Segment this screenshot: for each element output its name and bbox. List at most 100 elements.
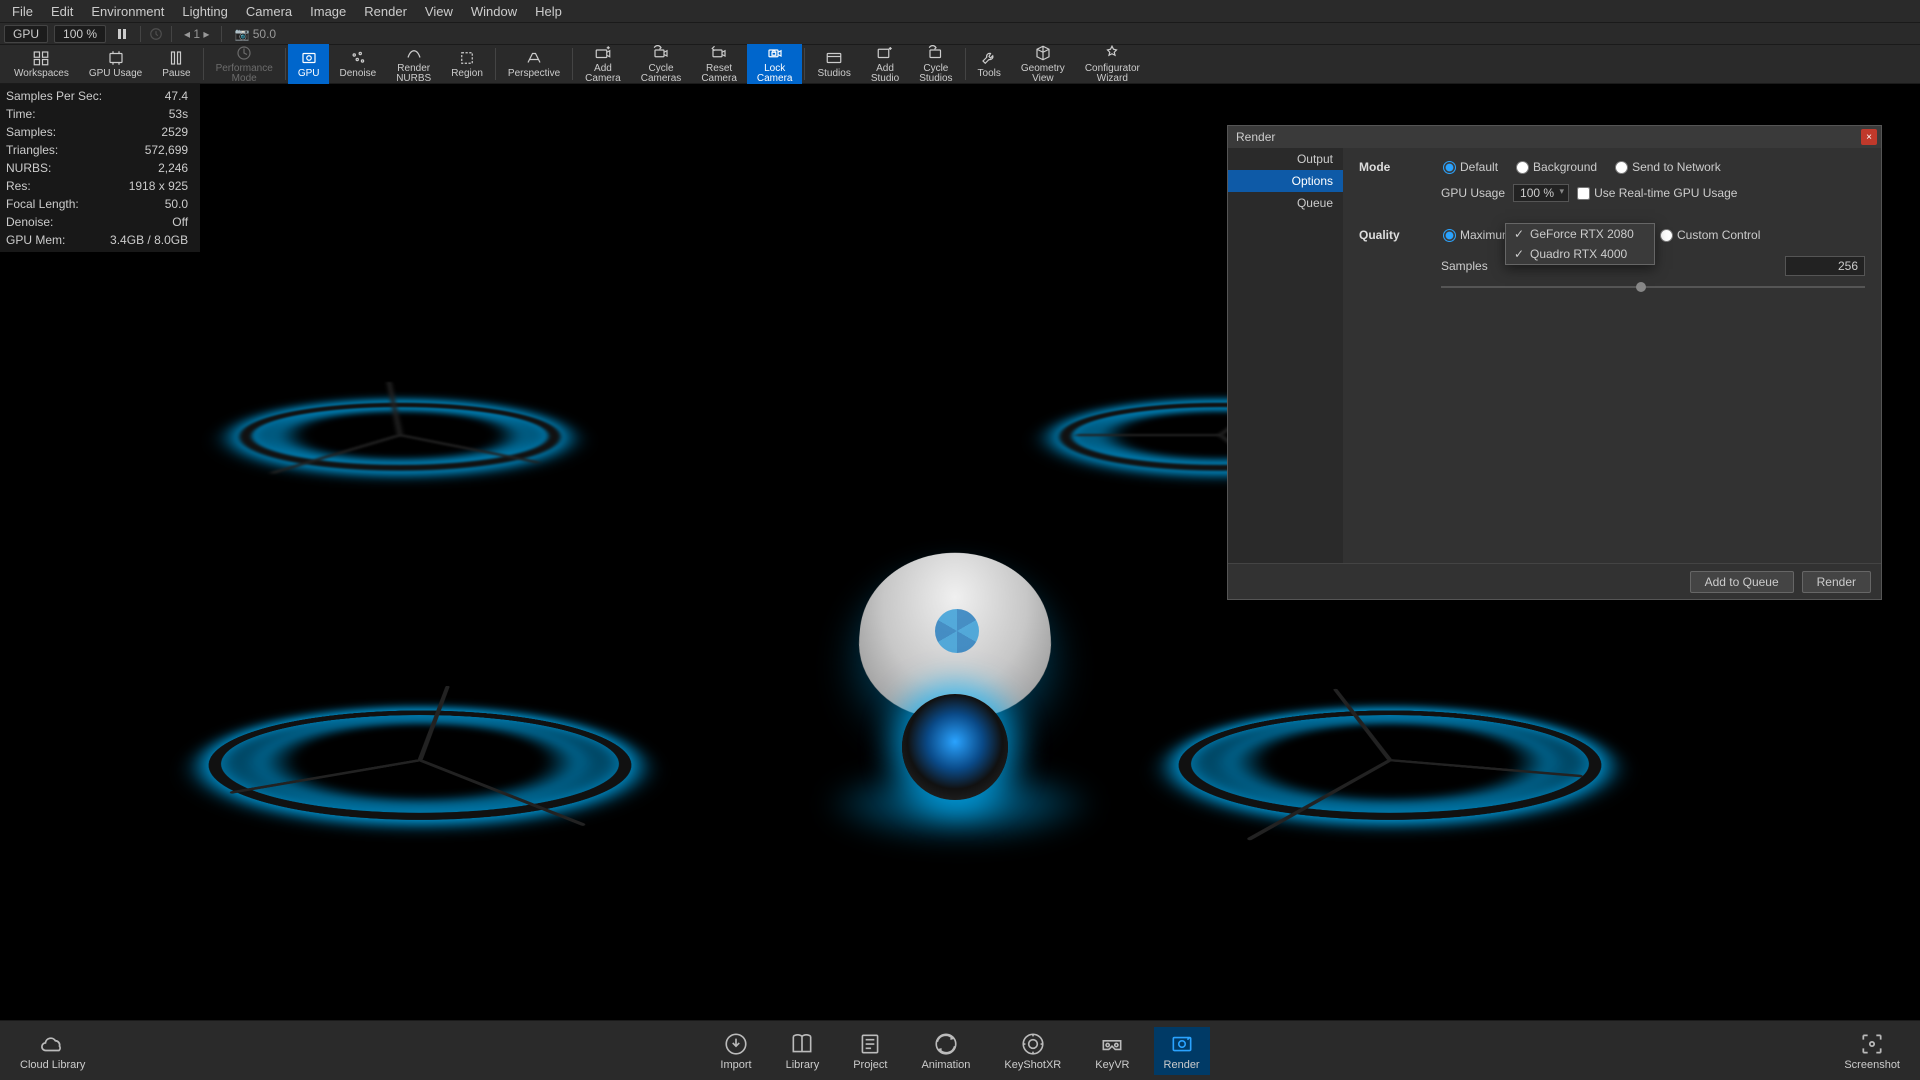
separator <box>203 48 204 80</box>
number-field-1[interactable]: ◂ 1 ▸ <box>180 27 213 41</box>
bottom-library-button[interactable]: Library <box>776 1027 830 1075</box>
tool-icon <box>1034 44 1052 62</box>
menu-environment[interactable]: Environment <box>83 2 172 21</box>
tool-add-studio[interactable]: Add Studio <box>861 44 909 84</box>
menu-lighting[interactable]: Lighting <box>174 2 236 21</box>
realtime-gpu-checkbox[interactable]: Use Real-time GPU Usage <box>1577 186 1737 200</box>
import-icon <box>723 1031 749 1057</box>
mode-network-radio[interactable]: Send to Network <box>1615 160 1721 174</box>
tool-icon <box>405 44 423 62</box>
project-icon <box>857 1031 883 1057</box>
separator <box>495 48 496 80</box>
menu-render[interactable]: Render <box>356 2 415 21</box>
menu-file[interactable]: File <box>4 2 41 21</box>
tool-icon <box>32 49 50 67</box>
performance-mini <box>149 27 163 41</box>
dialog-tabs: OutputOptionsQueue <box>1228 148 1343 563</box>
quality-maximum-radio[interactable]: Maximum <box>1443 228 1512 242</box>
menu-help[interactable]: Help <box>527 2 570 21</box>
tool-workspaces[interactable]: Workspaces <box>4 44 79 84</box>
render-tab-options[interactable]: Options <box>1228 170 1343 192</box>
render-tab-queue[interactable]: Queue <box>1228 192 1343 214</box>
tool-geometry-view[interactable]: Geometry View <box>1011 44 1075 84</box>
tool-configurator-wizard[interactable]: Configurator Wizard <box>1075 44 1150 84</box>
tool-icon <box>710 44 728 62</box>
menu-edit[interactable]: Edit <box>43 2 81 21</box>
tool-tools[interactable]: Tools <box>968 44 1011 84</box>
separator <box>965 48 966 80</box>
gpu-usage-label: GPU Usage <box>1441 186 1505 200</box>
menu-window[interactable]: Window <box>463 2 525 21</box>
keyvr-icon <box>1099 1031 1125 1057</box>
tool-icon <box>235 44 253 62</box>
separator <box>221 26 222 42</box>
tool-performance-mode: Performance Mode <box>206 44 283 84</box>
tool-icon <box>825 49 843 67</box>
gpu-usage-dropdown[interactable]: 100 % <box>1513 184 1569 202</box>
pause-icon[interactable] <box>112 26 132 42</box>
bottom-import-button[interactable]: Import <box>710 1027 761 1075</box>
tool-perspective[interactable]: Perspective <box>498 44 570 84</box>
separator <box>804 48 805 80</box>
gpu-device-item[interactable]: ✓GeForce RTX 2080 <box>1506 224 1654 244</box>
close-icon[interactable]: × <box>1861 129 1877 145</box>
add-to-queue-button[interactable]: Add to Queue <box>1690 571 1794 593</box>
number-field-2[interactable]: 📷 50.0 <box>230 27 280 41</box>
tool-pause[interactable]: Pause <box>152 44 200 84</box>
mode-section-label: Mode <box>1359 160 1425 174</box>
mode-background-radio[interactable]: Background <box>1516 160 1597 174</box>
gpu-mode-button[interactable]: GPU <box>4 25 48 43</box>
tool-add-camera[interactable]: Add Camera <box>575 44 631 84</box>
bottom-keyvr-button[interactable]: KeyVR <box>1085 1027 1139 1075</box>
render-tab-output[interactable]: Output <box>1228 148 1343 170</box>
tool-icon <box>927 44 945 62</box>
screenshot-button[interactable]: Screenshot <box>1834 1027 1910 1075</box>
tool-icon <box>107 49 125 67</box>
gpu-device-popup: ✓GeForce RTX 2080✓Quadro RTX 4000 <box>1505 223 1655 265</box>
mode-default-radio[interactable]: Default <box>1443 160 1498 174</box>
tool-lock-camera[interactable]: Lock Camera <box>747 44 803 84</box>
menu-view[interactable]: View <box>417 2 461 21</box>
tool-icon <box>349 49 367 67</box>
tool-icon <box>594 44 612 62</box>
quality-section-label: Quality <box>1359 228 1425 242</box>
tool-render-nurbs[interactable]: Render NURBS <box>386 44 441 84</box>
tool-icon <box>167 49 185 67</box>
render-button[interactable]: Render <box>1802 571 1871 593</box>
cloud-icon <box>40 1031 66 1057</box>
tool-icon <box>300 49 318 67</box>
samples-slider[interactable] <box>1441 282 1865 292</box>
tool-icon <box>876 44 894 62</box>
tool-cycle-cameras[interactable]: Cycle Cameras <box>631 44 692 84</box>
tool-reset-camera[interactable]: Reset Camera <box>691 44 747 84</box>
separator <box>171 26 172 42</box>
menu-camera[interactable]: Camera <box>238 2 300 21</box>
menu-image[interactable]: Image <box>302 2 354 21</box>
dialog-titlebar[interactable]: Render × <box>1228 126 1881 148</box>
menubar: FileEditEnvironmentLightingCameraImageRe… <box>0 0 1920 22</box>
tool-icon <box>652 44 670 62</box>
samples-label: Samples <box>1441 259 1488 273</box>
dialog-title: Render <box>1236 130 1275 144</box>
quality-custom-radio[interactable]: Custom Control <box>1660 228 1760 242</box>
bottom-project-button[interactable]: Project <box>843 1027 897 1075</box>
bottom-render-button[interactable]: Render <box>1154 1027 1210 1075</box>
samples-input[interactable]: 256 <box>1785 256 1865 276</box>
tool-region[interactable]: Region <box>441 44 493 84</box>
separator <box>140 26 141 42</box>
cloud-library-button[interactable]: Cloud Library <box>10 1027 95 1075</box>
tool-cycle-studios[interactable]: Cycle Studios <box>909 44 962 84</box>
bottom-keyshotxr-button[interactable]: KeyShotXR <box>994 1027 1071 1075</box>
tool-denoise[interactable]: Denoise <box>329 44 386 84</box>
tool-studios[interactable]: Studios <box>807 44 860 84</box>
bottom-animation-button[interactable]: Animation <box>911 1027 980 1075</box>
tool-gpu[interactable]: GPU <box>288 44 330 84</box>
separator <box>572 48 573 80</box>
separator <box>285 48 286 80</box>
gpu-usage-value[interactable]: 100 % <box>54 25 106 43</box>
main-toolbar: WorkspacesGPU UsagePausePerformance Mode… <box>0 44 1920 84</box>
tool-icon <box>525 49 543 67</box>
tool-gpu-usage[interactable]: GPU Usage <box>79 44 152 84</box>
tool-icon <box>980 49 998 67</box>
gpu-device-item[interactable]: ✓Quadro RTX 4000 <box>1506 244 1654 264</box>
